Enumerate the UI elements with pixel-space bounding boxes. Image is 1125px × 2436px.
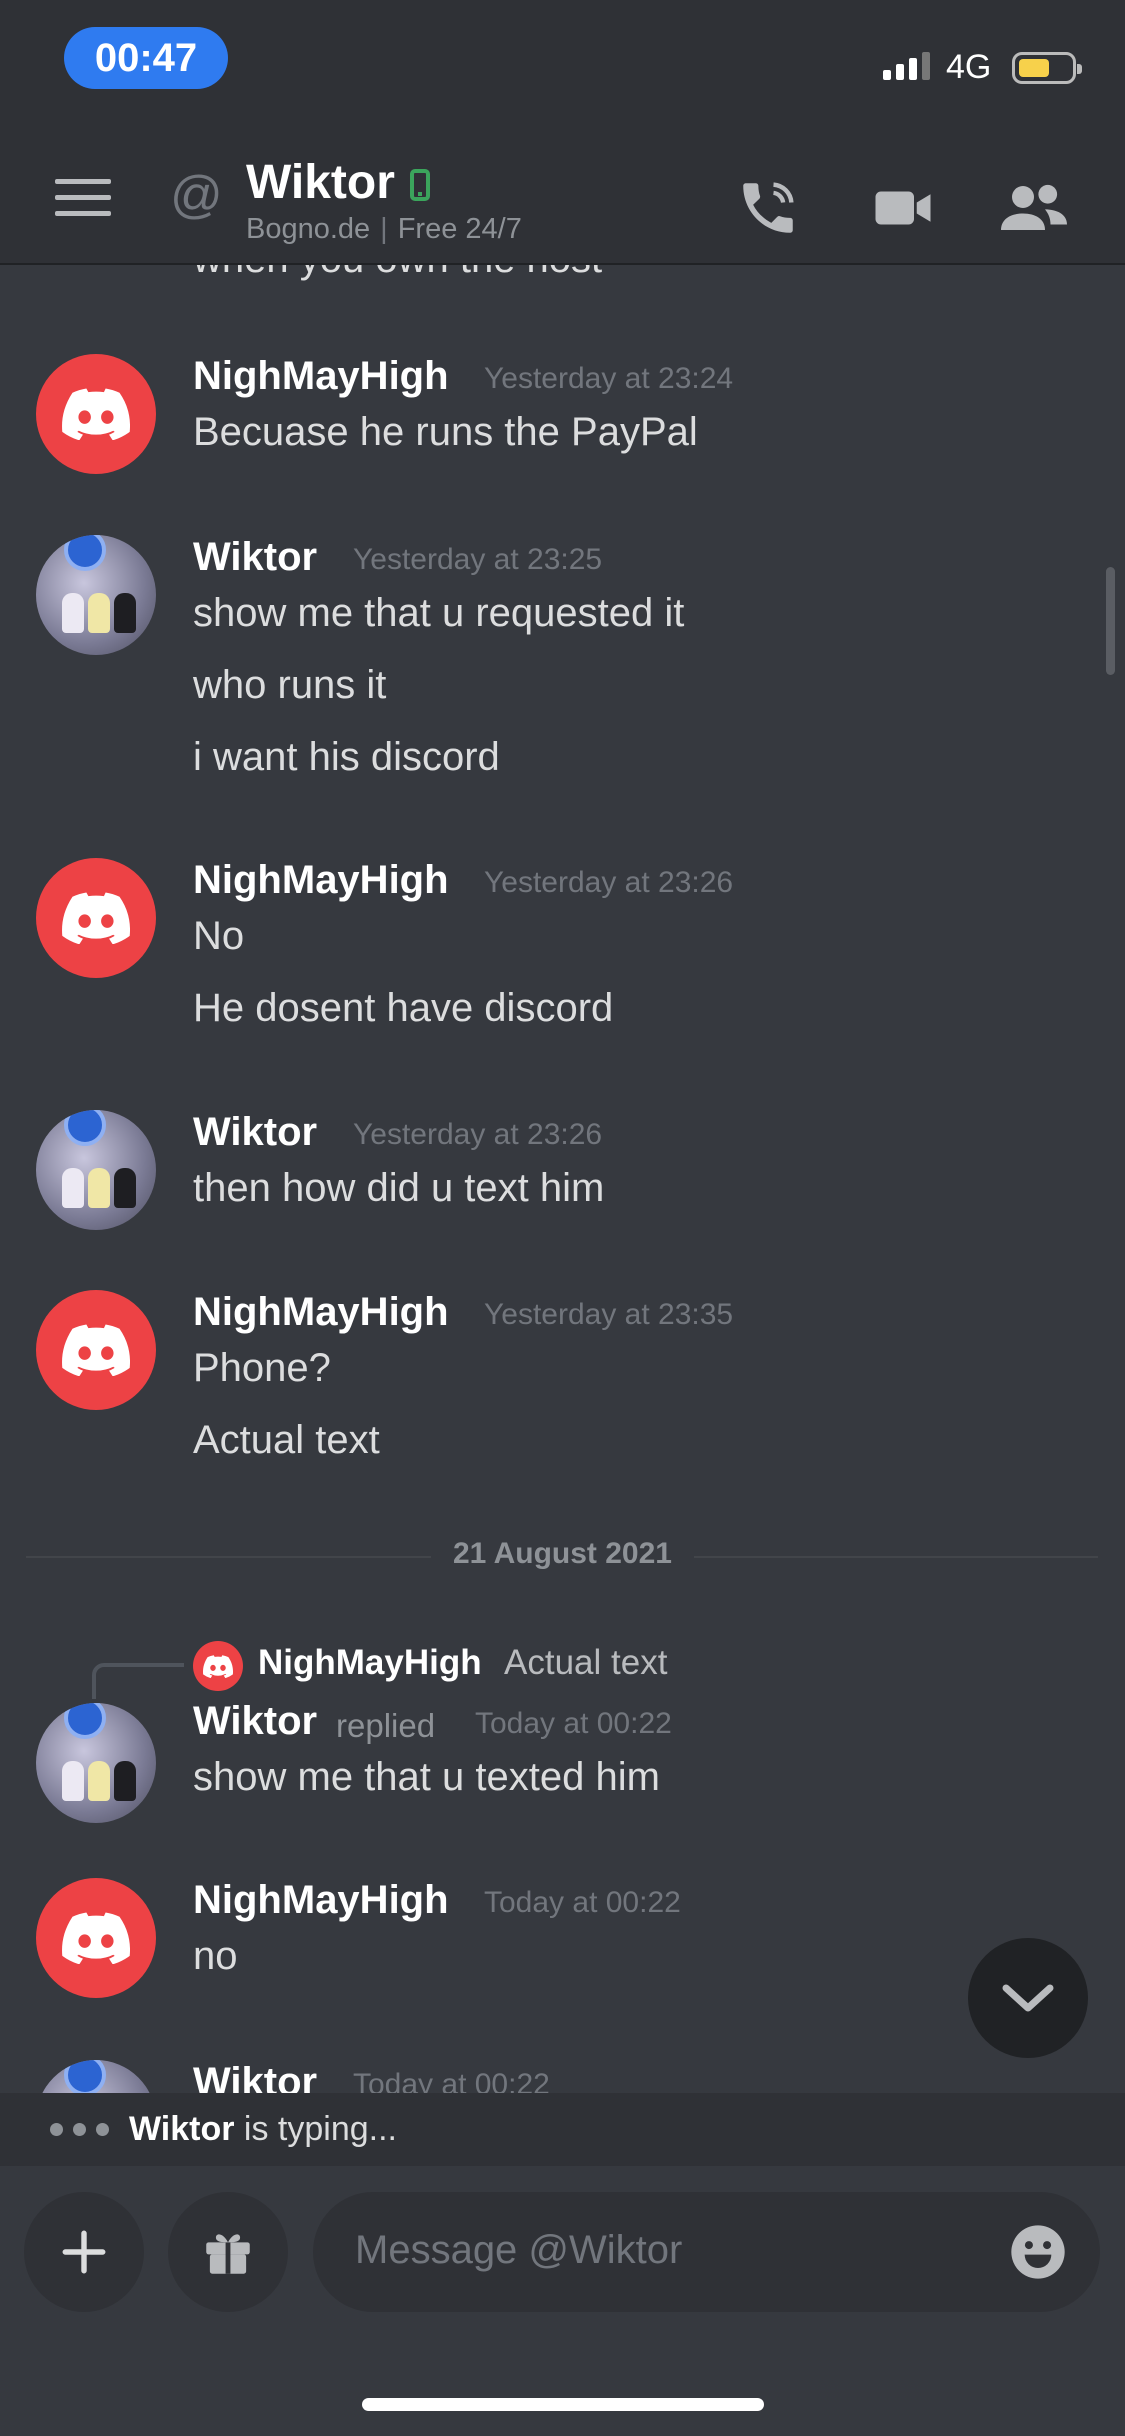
message-text: He dosent have discord [193, 986, 614, 1030]
status-time: 00:47 [64, 27, 228, 89]
typing-dots-icon [50, 2123, 109, 2136]
plus-icon [62, 2230, 106, 2274]
voice-call-icon[interactable] [735, 175, 801, 241]
message-text: show me that u requested it [193, 591, 685, 635]
avatar[interactable] [36, 1878, 156, 1998]
message-timestamp: Today at 00:22 [475, 1707, 672, 1740]
message-text: No [193, 914, 245, 958]
message-timestamp: Yesterday at 23:25 [353, 543, 603, 576]
message-timestamp: Yesterday at 23:35 [484, 1298, 734, 1331]
header-subtitle: Bogno.de | Free 24/7 [246, 213, 522, 245]
message-timestamp: Today at 00:22 [353, 2068, 550, 2093]
gift-button[interactable] [168, 2192, 288, 2312]
subtitle-right: Free 24/7 [397, 213, 522, 245]
message-author[interactable]: NighMayHigh [193, 1290, 449, 1335]
message-text: then how did u text him [193, 1166, 605, 1210]
message-author[interactable]: Wiktor [193, 1699, 317, 1744]
message-timestamp: Yesterday at 23:26 [353, 1118, 603, 1151]
avatar[interactable] [36, 535, 156, 655]
message-author[interactable]: Wiktor [193, 1110, 317, 1155]
chevron-down-icon [1002, 1984, 1054, 2012]
message-text: who runs it [193, 663, 387, 707]
attach-button[interactable] [24, 2192, 144, 2312]
avatar[interactable] [36, 1703, 156, 1823]
member-list-icon[interactable] [998, 175, 1070, 241]
subtitle-left: Bogno.de [246, 213, 371, 245]
discord-logo-icon [62, 1324, 130, 1376]
message-list[interactable]: when you own the host NighMayHigh Yester… [0, 265, 1125, 2093]
emoji-picker-icon[interactable] [1006, 2220, 1070, 2284]
status-bar: 00:47 4G [0, 0, 1125, 135]
mobile-online-icon [410, 169, 430, 201]
dm-at-icon: @ [170, 166, 223, 224]
message-timestamp: Today at 00:22 [484, 1886, 681, 1919]
date-divider-label: 21 August 2021 [431, 1537, 694, 1570]
avatar[interactable] [36, 1110, 156, 1230]
typing-indicator: Wiktor is typing... [0, 2093, 1125, 2166]
message-text: show me that u texted him [193, 1755, 660, 1799]
message-text: Actual text [193, 1418, 380, 1462]
reply-ref-text[interactable]: Actual text [504, 1643, 667, 1683]
discord-logo-icon [62, 1912, 130, 1964]
message-text: i want his discord [193, 735, 500, 779]
message-author[interactable]: NighMayHigh [193, 1878, 449, 1923]
reply-connector [92, 1663, 184, 1699]
message-author[interactable]: Wiktor [193, 535, 317, 580]
avatar[interactable] [36, 354, 156, 474]
menu-icon[interactable] [55, 179, 111, 219]
message-author[interactable]: Wiktor [193, 2060, 317, 2093]
battery-icon [1012, 52, 1082, 84]
message-timestamp: Yesterday at 23:26 [484, 866, 734, 899]
replied-label: replied [336, 1707, 436, 1744]
partial-message-text: when you own the host [193, 265, 602, 282]
reply-ref-author[interactable]: NighMayHigh [258, 1643, 482, 1683]
avatar[interactable] [36, 1290, 156, 1410]
scrollbar[interactable] [1106, 567, 1115, 675]
avatar[interactable] [36, 858, 156, 978]
typing-user: Wiktor [129, 2110, 235, 2148]
message-author[interactable]: NighMayHigh [193, 354, 449, 399]
video-call-icon[interactable] [870, 175, 936, 241]
message-input[interactable]: Message @Wiktor [313, 2192, 1100, 2312]
jump-to-present-button[interactable] [968, 1938, 1088, 2058]
discord-logo-icon [62, 892, 130, 944]
network-type: 4G [946, 48, 992, 86]
message-text: Becuase he runs the PayPal [193, 410, 698, 454]
signal-strength-icon [883, 52, 930, 80]
avatar[interactable] [36, 2060, 156, 2093]
channel-header: @ Wiktor Bogno.de | Free 24/7 [0, 135, 1125, 265]
date-divider: 21 August 2021 [0, 1537, 1125, 1571]
message-text: no [193, 1934, 238, 1978]
message-timestamp: Yesterday at 23:24 [484, 362, 734, 395]
message-author[interactable]: NighMayHigh [193, 858, 449, 903]
reply-avatar [193, 1641, 243, 1691]
page-title[interactable]: Wiktor [246, 155, 395, 210]
message-input-placeholder: Message @Wiktor [355, 2228, 683, 2272]
discord-logo-icon [62, 388, 130, 440]
gift-icon [206, 2234, 250, 2274]
home-indicator[interactable] [362, 2398, 764, 2411]
message-text: Phone? [193, 1346, 331, 1390]
discord-logo-icon [203, 1654, 233, 1678]
composer: Message @Wiktor [0, 2166, 1125, 2436]
typing-suffix: is typing... [234, 2110, 397, 2148]
